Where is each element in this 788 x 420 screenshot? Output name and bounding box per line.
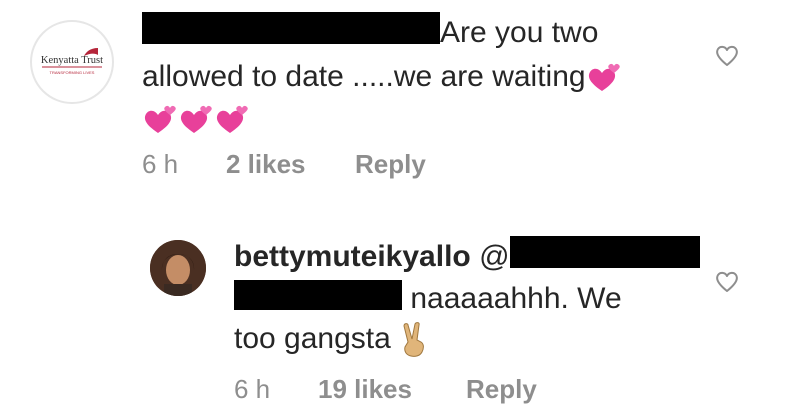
reply-button[interactable]: Reply	[355, 149, 426, 179]
timestamp: 6 h	[234, 374, 271, 404]
like-heart-icon[interactable]	[714, 268, 740, 294]
two-hearts-icon	[216, 105, 248, 134]
redacted-text	[234, 280, 402, 310]
svg-text:TRANSFORMING LIVES: TRANSFORMING LIVES	[50, 70, 95, 75]
reply-meta: 6 h	[234, 374, 270, 405]
likes-count-button[interactable]: 19 likes	[318, 374, 412, 404]
mention-at[interactable]: @	[479, 240, 509, 273]
bettymuteikyallo-avatar[interactable]	[150, 240, 206, 296]
kenyatta-trust-avatar[interactable]: Kenyatta Trust TRANSFORMING LIVES	[30, 20, 114, 104]
comment-text-line2: allowed to date .....we are waiting	[142, 60, 586, 93]
likes-count-button[interactable]: 2 likes	[226, 149, 306, 179]
comment-meta: 6 h	[142, 149, 178, 180]
two-hearts-icon	[144, 105, 176, 134]
kenyatta-trust-logo-icon: Kenyatta Trust TRANSFORMING LIVES	[41, 48, 103, 75]
username-link[interactable]: bettymuteikyallo	[234, 240, 471, 273]
comment-text-line1: Are you two	[440, 16, 599, 49]
svg-text:Kenyatta Trust: Kenyatta Trust	[41, 55, 103, 66]
redacted-username	[142, 12, 440, 44]
comment-body: Are you two allowed to date .....we are …	[142, 12, 622, 138]
reply-text-line1: naaaaahhh. We	[410, 282, 622, 315]
two-hearts-icon	[180, 105, 212, 134]
like-heart-icon[interactable]	[714, 42, 740, 68]
two-hearts-icon	[588, 63, 620, 92]
profile-photo-icon	[150, 240, 206, 296]
reply-text-line2: too gangsta	[234, 322, 391, 355]
timestamp: 6 h	[142, 149, 179, 179]
redacted-mention	[509, 236, 700, 268]
reply-body: bettymuteikyallo @ naaaaahhh. We too gan…	[234, 236, 700, 358]
victory-hand-icon	[403, 322, 425, 357]
reply-button[interactable]: Reply	[466, 374, 537, 404]
